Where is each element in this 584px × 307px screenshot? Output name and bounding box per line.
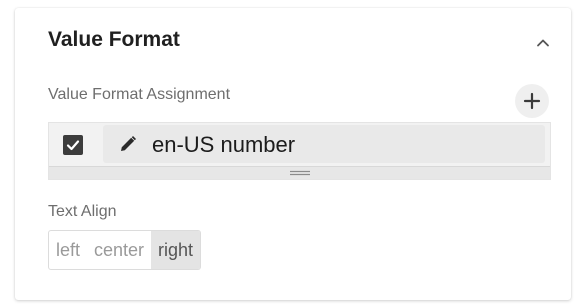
value-format-item-label: en-US number	[152, 132, 296, 157]
plus-icon	[523, 92, 541, 110]
list-item: en-US number	[49, 123, 550, 166]
align-center-button[interactable]: center	[87, 231, 151, 269]
item-checkbox[interactable]	[63, 135, 83, 155]
align-right-button[interactable]: right	[151, 231, 201, 269]
text-align-button-group: left center right	[48, 230, 202, 270]
add-value-format-button[interactable]	[515, 84, 549, 118]
value-format-list: en-US number	[48, 122, 551, 180]
chevron-up-icon	[537, 39, 549, 46]
value-format-item[interactable]: en-US number	[103, 125, 545, 163]
checkmark-icon	[66, 140, 80, 151]
pencil-icon[interactable]	[119, 135, 137, 153]
section-title: Value Format	[48, 28, 180, 51]
value-format-assignment-label: Value Format Assignment	[48, 86, 231, 103]
drag-handle-icon	[289, 170, 310, 176]
list-resize-handle[interactable]	[49, 166, 550, 179]
text-align-label: Text Align	[48, 203, 117, 220]
collapse-button[interactable]	[531, 32, 555, 52]
align-left-button[interactable]: left	[49, 231, 87, 269]
